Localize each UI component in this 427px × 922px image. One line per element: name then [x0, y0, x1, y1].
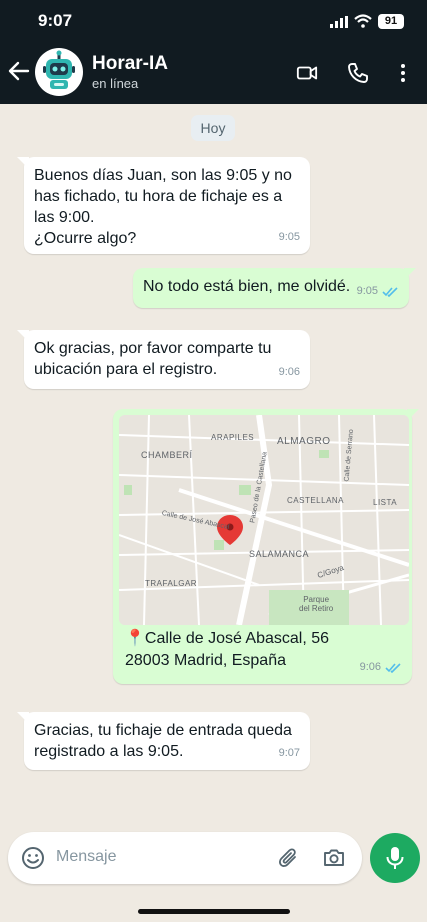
camera-icon[interactable]	[322, 846, 346, 870]
read-ticks-icon	[385, 663, 401, 673]
message-text: Buenos días Juan, son las 9:05 y no has …	[34, 167, 292, 247]
message-meta: 9:06	[360, 657, 402, 678]
more-options-icon[interactable]	[392, 62, 414, 84]
message-time: 9:05	[356, 285, 378, 297]
battery-indicator: 91	[378, 14, 404, 29]
map-label: Parque del Retiro	[299, 595, 334, 613]
message-time: 9:07	[278, 747, 300, 759]
signal-icon	[330, 16, 348, 28]
message-outgoing-location[interactable]: ARAPILES ALMAGRO CHAMBERÍ CASTELLANA LIS…	[113, 409, 419, 684]
phone-call-icon[interactable]	[347, 62, 369, 84]
wifi-icon	[354, 14, 372, 28]
message-incoming[interactable]: Ok gracias, por favor comparte tu ubicac…	[17, 330, 310, 389]
chat-status: en línea	[92, 76, 139, 91]
microphone-icon	[386, 847, 404, 869]
message-time: 9:06	[359, 661, 381, 673]
message-text: Ok gracias, por favor comparte tu ubicac…	[34, 340, 272, 378]
map-label: TRAFALGAR	[145, 579, 198, 588]
back-arrow-icon[interactable]	[8, 60, 30, 82]
message-meta: 9:06	[279, 362, 300, 383]
map-label: ARAPILES	[211, 433, 255, 442]
bubble-tail	[17, 712, 29, 724]
avatar[interactable]	[35, 48, 83, 96]
home-bar	[0, 888, 427, 922]
video-call-icon[interactable]	[296, 62, 318, 84]
chat-title[interactable]: Horar-IA	[92, 53, 168, 75]
read-ticks-icon	[382, 287, 398, 297]
message-meta: 9:07	[279, 743, 300, 764]
map-label: CASTELLANA	[287, 496, 345, 505]
chat-header: 9:07 91 Horar-IA en línea	[0, 0, 427, 104]
map-label: ALMAGRO	[277, 436, 331, 447]
map-label: LISTA	[373, 498, 398, 507]
status-bar: 9:07 91	[0, 10, 427, 34]
map-label: SALAMANCA	[249, 549, 310, 559]
bubble-tail	[17, 157, 29, 169]
message-incoming[interactable]: Buenos días Juan, son las 9:05 y no has …	[17, 157, 310, 254]
message-input-bar: Mensaje	[8, 832, 362, 884]
attach-icon[interactable]	[278, 846, 300, 870]
robot-icon	[43, 50, 75, 89]
location-address[interactable]: 📍Calle de José Abascal, 56 28003 Madrid,…	[125, 628, 395, 672]
location-map[interactable]: ARAPILES ALMAGRO CHAMBERÍ CASTELLANA LIS…	[119, 415, 409, 625]
message-time: 9:05	[278, 231, 300, 243]
message-meta: 9:05	[279, 227, 300, 248]
message-meta: 9:05	[357, 281, 399, 302]
map-label: CHAMBERÍ	[141, 450, 193, 460]
emoji-icon[interactable]	[21, 846, 45, 870]
message-outgoing[interactable]: No todo está bien, me olvidé. 9:05	[133, 268, 416, 308]
voice-message-button[interactable]	[370, 833, 420, 883]
map-pin-icon: 📍	[125, 630, 145, 647]
status-time: 9:07	[38, 11, 73, 30]
location-address-text: Calle de José Abascal, 56 28003 Madrid, …	[125, 630, 330, 669]
message-incoming[interactable]: Gracias, tu fichaje de entrada queda reg…	[17, 712, 310, 770]
bubble-tail	[17, 330, 29, 342]
bubble-tail	[404, 268, 416, 280]
message-time: 9:06	[278, 366, 300, 378]
home-indicator[interactable]	[138, 909, 290, 914]
date-separator: Hoy	[191, 115, 235, 141]
message-input[interactable]: Mensaje	[56, 848, 116, 866]
message-text: Gracias, tu fichaje de entrada queda reg…	[34, 722, 292, 760]
